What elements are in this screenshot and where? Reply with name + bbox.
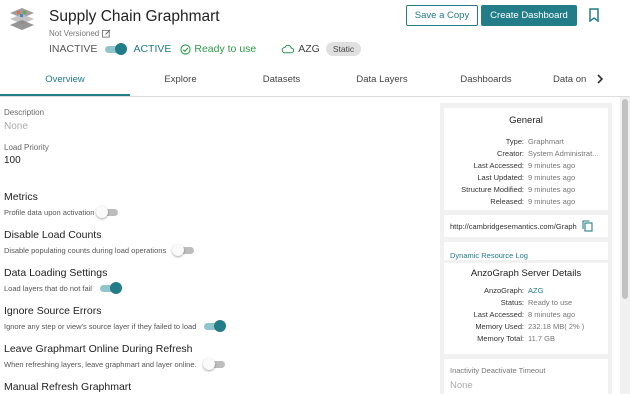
data-loading-settings-title: Data Loading Settings (4, 267, 108, 279)
disable-load-counts-setting: Disable populating counts during load op… (4, 244, 196, 256)
tab-overview[interactable]: Overview (0, 68, 130, 96)
description-value[interactable]: None (4, 121, 28, 132)
tab-datasets[interactable]: Datasets (231, 68, 332, 96)
inactivity-label: Inactivity Deactivate Timeout (450, 366, 546, 375)
details-sidebar: General Type: Graphmart Creator: System … (440, 103, 612, 394)
general-row-type: Type: Graphmart (505, 137, 564, 146)
data-loading-settings-toggle[interactable] (98, 282, 122, 294)
anzograph-card: AnzoGraph Server Details AnzoGraph: AZG … (444, 263, 608, 354)
data-loading-settings-setting: Load layers that do not fail (4, 282, 122, 294)
static-badge: Static (325, 42, 362, 56)
graphmart-uri: http://cambridgesemantics.com/Graph (450, 221, 577, 231)
save-copy-button[interactable]: Save a Copy (406, 5, 478, 26)
metrics-toggle[interactable] (96, 206, 120, 218)
engine-info: AZG (281, 43, 320, 55)
scrollbar[interactable] (620, 97, 630, 394)
general-row-last-updated: Last Updated: 9 minutes ago (477, 173, 576, 182)
data-loading-settings-description: Load layers that do not fail (4, 283, 92, 293)
general-card: General Type: Graphmart Creator: System … (444, 108, 608, 210)
engine-name: AZG (298, 43, 320, 55)
uri-row: http://cambridgesemantics.com/Graph (444, 215, 608, 237)
inactivity-card: Inactivity Deactivate Timeout None (444, 359, 608, 394)
anzograph-server-link[interactable]: AZG (528, 286, 606, 295)
inactive-label: INACTIVE (49, 43, 98, 55)
metrics-setting: Profile data upon activation (4, 206, 120, 218)
ignore-source-errors-setting: Ignore any step or view's source layer i… (4, 320, 227, 332)
tab-data-layers[interactable]: Data Layers (332, 68, 432, 96)
anzograph-row-memory-total: Memory Total: 11.7 GB (477, 334, 555, 343)
leave-online-description: When refreshing layers, leave graphmart … (4, 359, 197, 369)
tab-explore[interactable]: Explore (130, 68, 231, 96)
leave-online-toggle[interactable] (202, 358, 227, 370)
disable-load-counts-title: Disable Load Counts (4, 229, 102, 241)
copy-icon[interactable] (582, 220, 593, 232)
anzograph-row-memory-used: Memory Used: 232.18 MB( 2% ) (475, 322, 585, 331)
ready-text: Ready to use (194, 43, 257, 55)
activation-status-row: INACTIVE ACTIVE Ready to use AZG Static (49, 42, 362, 56)
create-dashboard-button[interactable]: Create Dashboard (481, 5, 577, 26)
check-circle-icon (180, 43, 192, 55)
cloud-icon (282, 44, 295, 54)
description-label: Description (4, 108, 45, 117)
ignore-source-errors-description: Ignore any step or view's source layer i… (4, 321, 197, 331)
general-title: General (509, 115, 543, 126)
edit-icon[interactable] (102, 29, 111, 38)
general-row-released: Released: 9 minutes ago (490, 197, 576, 206)
anzograph-row-status: Status: Ready to use (500, 298, 573, 307)
metrics-title: Metrics (4, 191, 38, 203)
inactivity-value[interactable]: None (450, 380, 608, 391)
load-priority-value[interactable]: 100 (4, 155, 21, 166)
disable-load-counts-toggle[interactable] (172, 244, 196, 256)
tab-dashboards[interactable]: Dashboards (432, 68, 540, 96)
load-priority-label: Load Priority (4, 143, 49, 152)
page-title: Supply Chain Graphmart (49, 8, 220, 25)
anzograph-row-last-accessed: Last Accessed: 8 minutes ago (473, 310, 576, 319)
general-row-last-accessed: Last Accessed: 9 minutes ago (473, 161, 576, 170)
general-row-creator: Creator: System Administrat... (496, 149, 599, 158)
resource-log-row: Dynamic Resource Log (444, 242, 608, 260)
chevron-right-icon[interactable] (593, 72, 607, 86)
version-row: Not Versioned (49, 29, 111, 38)
version-label: Not Versioned (49, 29, 100, 38)
ignore-source-errors-title: Ignore Source Errors (4, 305, 102, 317)
anzograph-title: AnzoGraph Server Details (470, 268, 582, 279)
scrollbar-thumb[interactable] (622, 99, 628, 299)
tab-data-on[interactable]: Data on (540, 68, 590, 96)
bookmark-icon[interactable] (588, 8, 600, 22)
general-row-structure-modified: Structure Modified: 9 minutes ago (461, 185, 576, 194)
manual-refresh-title: Manual Refresh Graphmart (4, 381, 132, 393)
disable-load-counts-description: Disable populating counts during load op… (4, 245, 167, 255)
tab-bar: Overview Explore Datasets Data Layers Da… (0, 68, 630, 97)
header: Supply Chain Graphmart Not Versioned INA… (0, 0, 630, 64)
metrics-description: Profile data upon activation (4, 207, 95, 217)
ready-status: Ready to use (180, 43, 256, 55)
leave-online-setting: When refreshing layers, leave graphmart … (4, 358, 227, 370)
active-label: ACTIVE (133, 43, 172, 55)
graphmart-logo-icon (10, 8, 34, 30)
ignore-source-errors-toggle[interactable] (202, 320, 227, 332)
anzograph-row-server: AnzoGraph: AZG (444, 286, 608, 298)
activation-toggle[interactable] (103, 43, 128, 55)
leave-online-title: Leave Graphmart Online During Refresh (4, 343, 193, 355)
dynamic-resource-log-link[interactable]: Dynamic Resource Log (450, 251, 528, 260)
